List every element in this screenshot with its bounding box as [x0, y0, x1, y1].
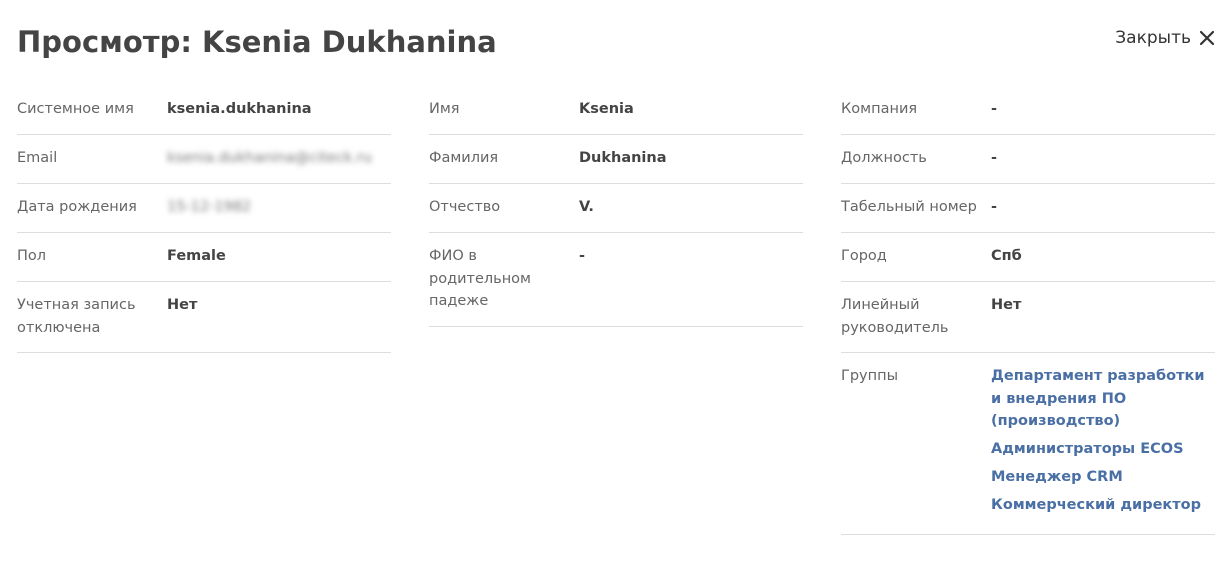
group-link[interactable]: Менеджер CRM: [991, 466, 1215, 489]
group-link[interactable]: Коммерческий директор: [991, 494, 1215, 517]
details-column-2: Имя Ksenia Фамилия Dukhanina Отчество V.…: [429, 86, 803, 327]
field-value: Нет: [167, 297, 198, 313]
page-title: Просмотр: Ksenia Dukhanina: [17, 25, 497, 59]
field-label: Пол: [17, 248, 47, 264]
field-row-company: Компания -: [841, 86, 1215, 135]
field-label: Email: [17, 150, 58, 166]
field-value-blurred: ksenia.dukhanina@citeck.ru: [167, 150, 372, 166]
field-row-city: Город Спб: [841, 233, 1215, 282]
field-row-last-name: Фамилия Dukhanina: [429, 135, 803, 184]
field-row-account-disabled: Учетная запись отключена Нет: [17, 282, 391, 353]
field-value: Dukhanina: [579, 150, 667, 166]
close-icon: [1199, 30, 1215, 46]
field-label: Дата рождения: [17, 199, 137, 215]
field-value: -: [991, 101, 998, 117]
field-value: V.: [579, 199, 594, 215]
field-label: Системное имя: [17, 101, 134, 117]
field-label: Учетная запись отключена: [17, 297, 136, 336]
field-value: -: [579, 248, 586, 264]
field-value: Female: [167, 248, 226, 264]
field-value-blurred: 15-12-1982: [167, 199, 252, 215]
group-list: Департамент разработки и внедрения ПО (п…: [991, 365, 1215, 517]
field-value: ksenia.dukhanina: [167, 101, 312, 117]
field-label: Город: [841, 248, 887, 264]
details-column-1: Системное имя ksenia.dukhanina Email kse…: [17, 86, 391, 353]
field-row-position: Должность -: [841, 135, 1215, 184]
field-value: Ksenia: [579, 101, 634, 117]
close-label: Закрыть: [1115, 28, 1191, 48]
field-value: Нет: [991, 297, 1022, 313]
field-label: ФИО в родительном падеже: [429, 248, 531, 309]
field-row-middle-name: Отчество V.: [429, 184, 803, 233]
field-row-groups: Группы Департамент разработки и внедрени…: [841, 353, 1215, 535]
close-button[interactable]: Закрыть: [1115, 28, 1215, 48]
field-row-system-name: Системное имя ksenia.dukhanina: [17, 86, 391, 135]
group-link[interactable]: Департамент разработки и внедрения ПО (п…: [991, 365, 1215, 433]
field-row-genitive-name: ФИО в родительном падеже -: [429, 233, 803, 327]
field-label: Компания: [841, 101, 918, 117]
field-row-gender: Пол Female: [17, 233, 391, 282]
field-value: -: [991, 150, 998, 166]
details-column-3: Компания - Должность - Табельный номер -…: [841, 86, 1215, 535]
field-label: Фамилия: [429, 150, 499, 166]
field-row-employee-number: Табельный номер -: [841, 184, 1215, 233]
field-value: -: [991, 199, 998, 215]
field-label: Должность: [841, 150, 927, 166]
field-row-line-manager: Линейный руководитель Нет: [841, 282, 1215, 353]
field-label: Имя: [429, 101, 460, 117]
field-label: Табельный номер: [841, 199, 977, 215]
group-link[interactable]: Администраторы ECOS: [991, 438, 1215, 461]
field-row-birth-date: Дата рождения 15-12-1982: [17, 184, 391, 233]
field-value: Спб: [991, 248, 1022, 264]
field-label: Отчество: [429, 199, 501, 215]
field-label: Группы: [841, 368, 899, 384]
field-row-first-name: Имя Ksenia: [429, 86, 803, 135]
field-label: Линейный руководитель: [841, 297, 949, 336]
field-row-email: Email ksenia.dukhanina@citeck.ru: [17, 135, 391, 184]
